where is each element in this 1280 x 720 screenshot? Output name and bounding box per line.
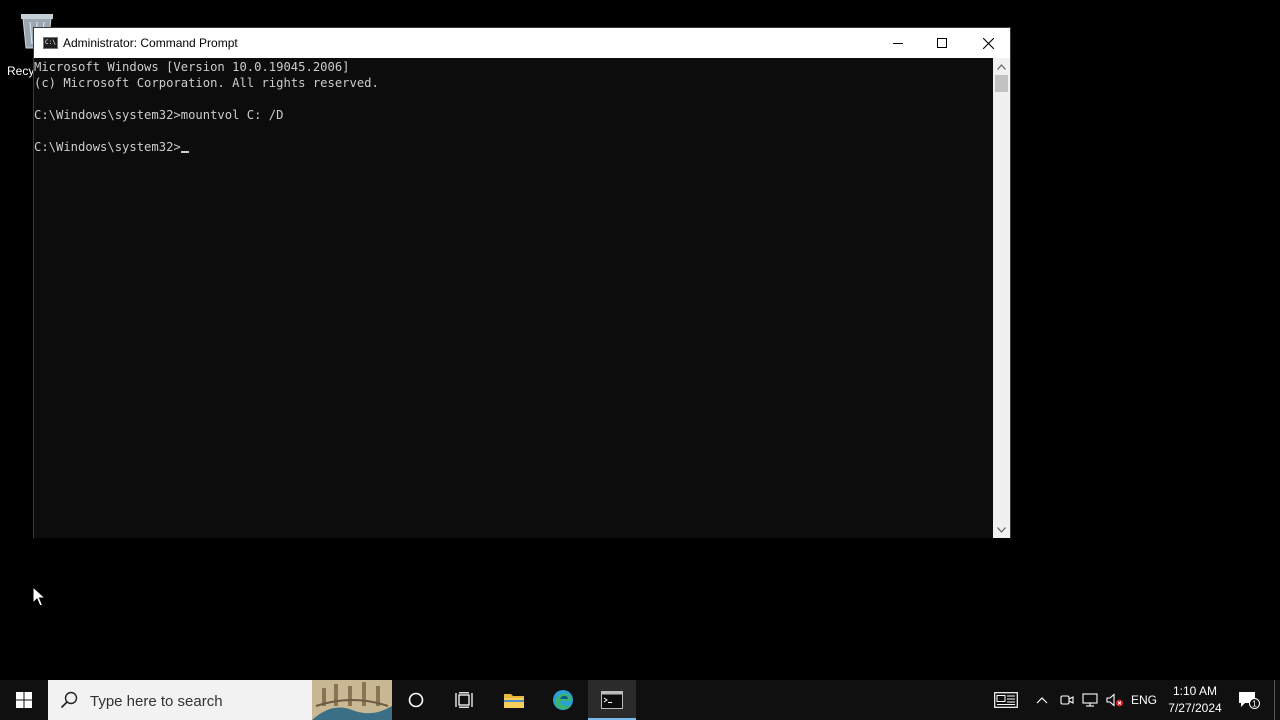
meet-now-button[interactable] xyxy=(1058,680,1076,720)
network-button[interactable] xyxy=(1080,680,1100,720)
start-button[interactable] xyxy=(0,680,48,720)
folder-icon xyxy=(504,694,524,708)
chevron-up-icon xyxy=(997,63,1006,70)
command-prompt-icon xyxy=(601,691,623,709)
cortana-icon xyxy=(408,692,424,708)
network-icon xyxy=(1082,693,1098,707)
volume-button[interactable] xyxy=(1104,680,1126,720)
minimize-button[interactable] xyxy=(875,28,921,58)
scroll-down-button[interactable] xyxy=(993,521,1010,538)
news-icon xyxy=(994,692,1018,708)
task-view-icon xyxy=(455,692,473,708)
vertical-scrollbar[interactable] xyxy=(993,58,1010,538)
close-button[interactable] xyxy=(965,28,1011,58)
notification-count: 1 xyxy=(1252,700,1257,709)
chevron-up-icon xyxy=(1036,697,1048,704)
recycle-bin-label: Recy xyxy=(7,64,35,78)
taskbar-command-prompt[interactable] xyxy=(588,680,636,720)
show-desktop-button[interactable] xyxy=(1274,680,1275,720)
title-bar[interactable]: C:\ Administrator: Command Prompt xyxy=(34,28,1010,58)
clock-time: 1:10 AM xyxy=(1172,684,1218,698)
minimize-icon xyxy=(893,43,903,44)
console-line: (c) Microsoft Corporation. All rights re… xyxy=(34,76,379,90)
maximize-icon xyxy=(937,38,947,48)
taskbar-search-box[interactable] xyxy=(48,680,392,720)
camera-icon xyxy=(1060,695,1074,705)
edge-icon xyxy=(553,690,573,710)
cmd-app-icon[interactable]: C:\ xyxy=(43,37,58,49)
command-prompt-window[interactable]: C:\ Administrator: Command Prompt Micros… xyxy=(33,27,1011,538)
maximize-button[interactable] xyxy=(919,28,965,58)
task-view-button[interactable] xyxy=(440,680,488,720)
scrollbar-thumb[interactable] xyxy=(995,75,1008,92)
window-title: Administrator: Command Prompt xyxy=(63,36,238,50)
windows-logo-icon xyxy=(16,692,32,708)
action-center-button[interactable]: 1 xyxy=(1234,680,1264,720)
close-icon xyxy=(982,37,994,49)
edge-browser-button[interactable] xyxy=(539,680,587,720)
news-and-interests-button[interactable] xyxy=(990,680,1022,720)
cortana-button[interactable] xyxy=(392,680,440,720)
clock-date: 7/27/2024 xyxy=(1168,701,1222,715)
text-cursor xyxy=(180,151,189,153)
search-highlight-image xyxy=(312,680,392,720)
clock[interactable]: 1:10 AM 7/27/2024 xyxy=(1160,680,1230,720)
show-hidden-icons-button[interactable] xyxy=(1032,680,1052,720)
search-input[interactable] xyxy=(88,689,302,713)
input-language-indicator[interactable]: ENG xyxy=(1128,680,1160,720)
scroll-up-button[interactable] xyxy=(993,58,1010,75)
console-line: Microsoft Windows [Version 10.0.19045.20… xyxy=(34,60,350,74)
chevron-down-icon xyxy=(997,526,1006,533)
search-icon xyxy=(60,691,78,709)
command-prompt-line: C:\Windows\system32> xyxy=(34,140,181,154)
volume-muted-icon xyxy=(1106,693,1123,707)
notification-icon: 1 xyxy=(1239,692,1260,709)
taskbar: ENG 1:10 AM 7/27/2024 1 xyxy=(0,680,1280,720)
mouse-pointer-icon xyxy=(32,586,46,607)
console-output[interactable]: Microsoft Windows [Version 10.0.19045.20… xyxy=(34,58,994,538)
file-explorer-button[interactable] xyxy=(490,680,538,720)
console-line: C:\Windows\system32>mountvol C: /D xyxy=(34,108,284,122)
